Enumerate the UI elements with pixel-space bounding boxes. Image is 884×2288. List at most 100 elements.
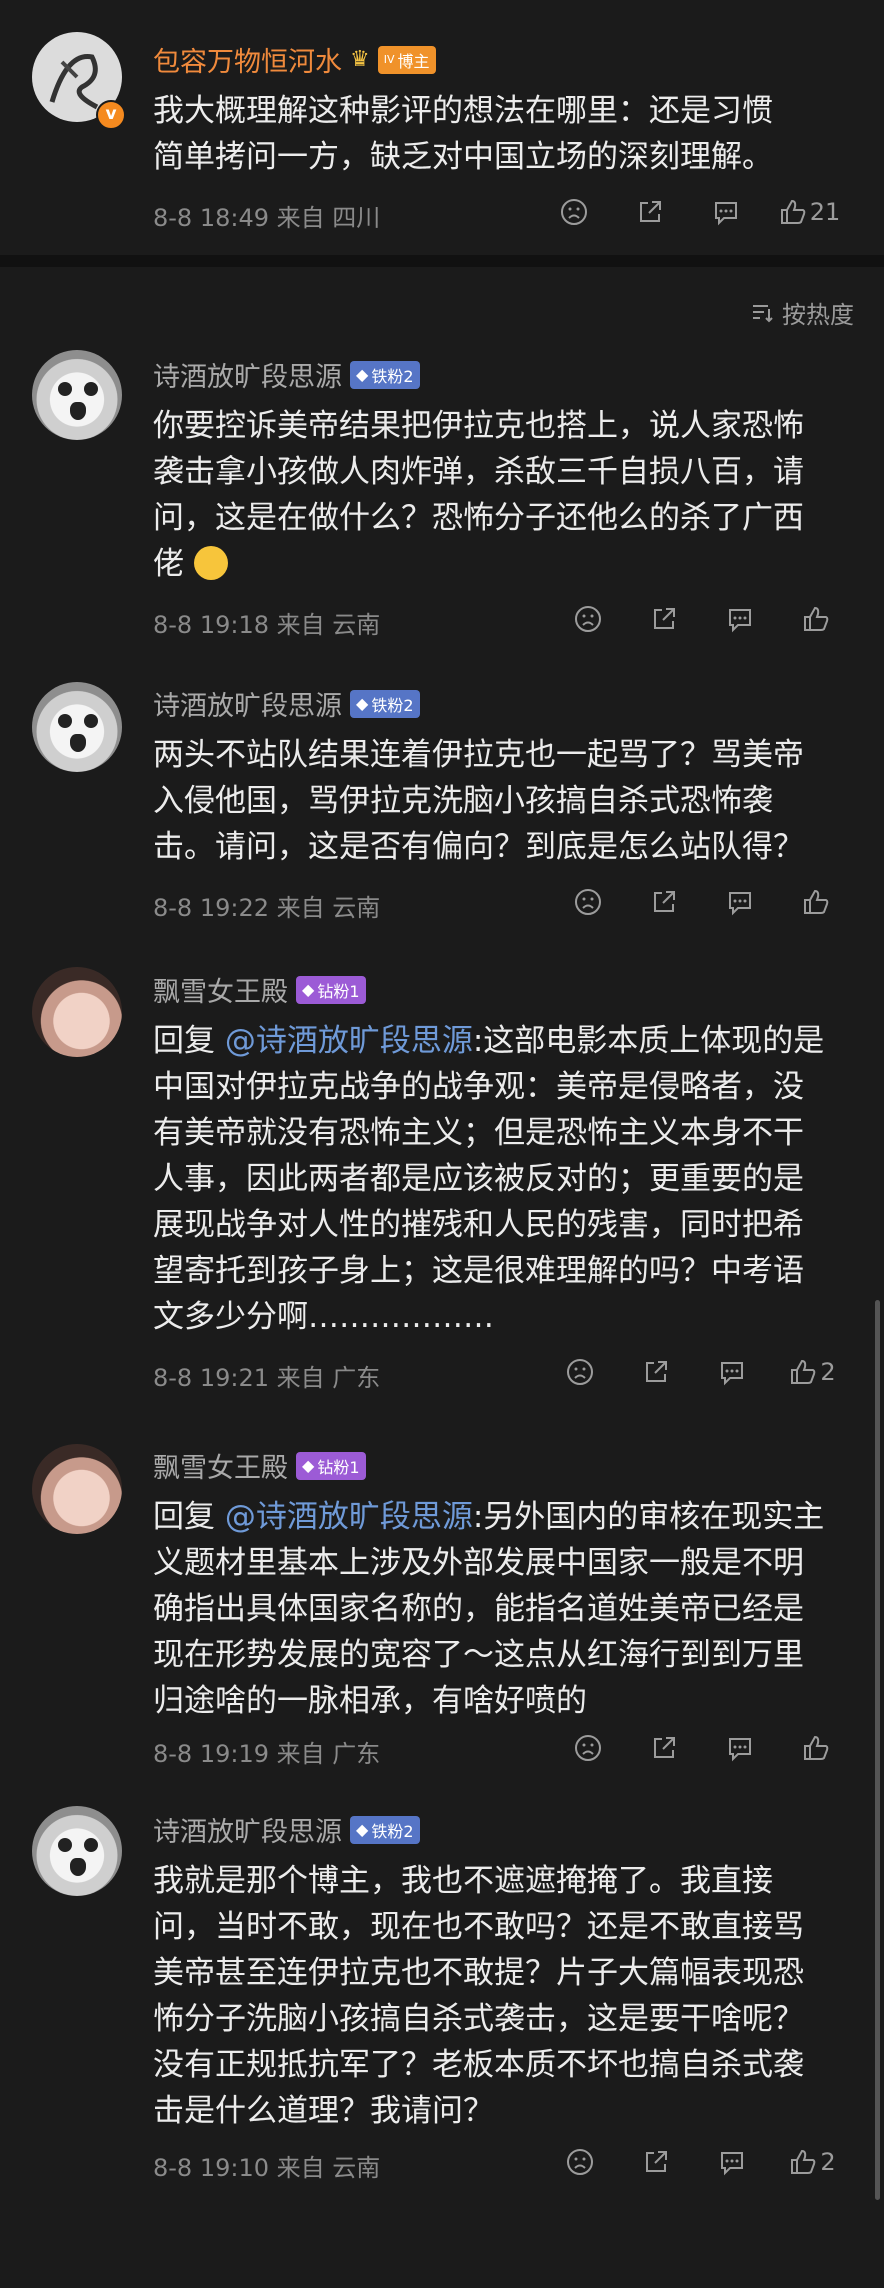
share-button[interactable] <box>618 2142 694 2182</box>
thumbs-up-icon <box>791 2149 816 2174</box>
comment-text: 两头不站队结果连着伊拉克也一起骂了？骂美帝 入侵他国，骂伊拉克洗脑小孩搞自杀式恐… <box>153 737 804 865</box>
like-button[interactable]: 2 <box>770 1352 854 1392</box>
share-button[interactable] <box>626 1728 702 1768</box>
comment-icon <box>729 609 751 633</box>
dislike-button[interactable] <box>550 599 626 639</box>
fan-badge: ◆ 钻粉1 <box>296 975 366 1004</box>
scrollbar[interactable] <box>875 1300 880 2200</box>
comment-text: 你要控诉美帝结果把伊拉克也搭上，说人家恐怖 袭击拿小孩做人肉炸弹，杀敌三千自损八… <box>153 408 804 582</box>
like-button[interactable]: 21 <box>764 192 854 232</box>
thumbs-up-icon <box>780 199 806 224</box>
fan-badge: ◆ 铁粉2 <box>350 1815 420 1844</box>
dislike-button[interactable] <box>542 2142 618 2182</box>
like-button[interactable]: 2 <box>770 2142 854 2182</box>
commenter-name[interactable]: 飘雪女王殿 <box>153 1446 288 1485</box>
comment-meta: 8-8 19:22 来自 云南 <box>153 894 381 922</box>
share-icon <box>640 201 661 222</box>
comment-icon <box>721 1362 743 1386</box>
comment-icon <box>715 202 737 226</box>
frown-icon <box>567 1359 593 1385</box>
comment-button[interactable] <box>694 1352 770 1392</box>
comment-button[interactable] <box>694 2142 770 2182</box>
commenter-avatar[interactable] <box>32 682 122 772</box>
thinking-emoji-icon <box>193 545 228 580</box>
fan-badge: ◆ 铁粉2 <box>350 360 420 389</box>
thumbs-up-icon <box>804 606 829 631</box>
comment-meta: 8-8 19:18 来自 云南 <box>153 611 381 639</box>
diamond-icon: ◆ <box>302 1456 315 1475</box>
comment-item: 诗酒放旷段思源 ◆ 铁粉2 两头不站队结果连着伊拉克也一起骂了？骂美帝 入侵他国，… <box>0 682 884 962</box>
comment-text: 回复 @诗酒放旷段思源:这部电影本质上体现的是 中国对伊拉克战争的战争观：美帝是… <box>153 1023 825 1335</box>
like-button[interactable] <box>778 882 854 922</box>
dislike-button[interactable] <box>550 882 626 922</box>
share-button[interactable] <box>618 1352 694 1392</box>
comment-button[interactable] <box>688 192 764 232</box>
frown-icon <box>567 2149 593 2175</box>
fan-badge: ◆ 钻粉1 <box>296 1451 366 1480</box>
section-divider <box>0 255 884 267</box>
comment-button[interactable] <box>702 1728 778 1768</box>
comment-icon <box>729 892 751 916</box>
post-meta: 8-8 18:49 来自 四川 <box>153 204 381 232</box>
commenter-avatar[interactable] <box>32 350 122 440</box>
like-count: 21 <box>809 198 841 226</box>
commenter-name[interactable]: 诗酒放旷段思源 <box>153 355 342 394</box>
frown-icon <box>575 606 601 632</box>
frown-icon <box>561 199 587 225</box>
post-author-name[interactable]: 包容万物恒河水 <box>153 40 342 79</box>
share-icon <box>654 608 675 629</box>
sort-icon <box>753 304 773 322</box>
commenter-avatar[interactable] <box>32 967 122 1057</box>
original-post: v 包容万物恒河水 ♛ IV 博主 我大概理解这种影评的想法在哪里：还是习惯 简单… <box>0 0 884 255</box>
thumbs-up-icon <box>804 889 829 914</box>
diamond-icon: ◆ <box>356 365 369 384</box>
diamond-icon: ◆ <box>356 1820 369 1839</box>
commenter-avatar[interactable] <box>32 1444 122 1534</box>
comment-meta: 8-8 19:21 来自 广东 <box>153 1364 381 1392</box>
diamond-icon: ◆ <box>302 980 315 999</box>
comment-item: 飘雪女王殿 ◆ 钻粉1 回复 @诗酒放旷段思源:另外国内的审核在现实主 义题材里基… <box>0 1444 884 1806</box>
like-count: 2 <box>820 1358 836 1386</box>
dislike-button[interactable] <box>542 1352 618 1392</box>
commenter-name[interactable]: 诗酒放旷段思源 <box>153 1810 342 1849</box>
comment-icon <box>729 1738 751 1762</box>
dislike-button[interactable] <box>536 192 612 232</box>
crown-icon: ♛ <box>350 47 370 72</box>
commenter-avatar[interactable] <box>32 1806 122 1896</box>
mention-link[interactable]: @诗酒放旷段思源 <box>225 1023 473 1059</box>
comment-button[interactable] <box>702 599 778 639</box>
sort-by-hot-button[interactable]: 按热度 <box>750 295 854 330</box>
fan-badge: ◆ 铁粉2 <box>350 689 420 718</box>
like-button[interactable] <box>778 1728 854 1768</box>
comment-icon <box>721 2152 743 2176</box>
comment-item: 诗酒放旷段思源 ◆ 铁粉2 你要控诉美帝结果把伊拉克也搭上，说人家恐怖 袭击拿小孩… <box>0 337 884 682</box>
comment-item: 诗酒放旷段思源 ◆ 铁粉2 我就是那个博主，我也不遮遮掩掩了。我直接 问，当时不敢… <box>0 1806 884 2182</box>
frown-icon <box>575 1735 601 1761</box>
verified-icon: v <box>96 100 126 130</box>
comment-button[interactable] <box>702 882 778 922</box>
comment-item: 飘雪女王殿 ◆ 钻粉1 回复 @诗酒放旷段思源:这部电影本质上体现的是 中国对伊拉… <box>0 962 884 1444</box>
mention-link[interactable]: @诗酒放旷段思源 <box>225 1499 473 1535</box>
diamond-icon: ◆ <box>356 694 369 713</box>
share-button[interactable] <box>612 192 688 232</box>
share-button[interactable] <box>626 882 702 922</box>
dislike-button[interactable] <box>550 1728 626 1768</box>
comment-text: 回复 @诗酒放旷段思源:另外国内的审核在现实主 义题材里基本上涉及外部发展中国家… <box>153 1499 825 1719</box>
share-icon <box>654 1737 675 1758</box>
post-text: 我大概理解这种影评的想法在哪里：还是习惯 简单拷问一方，缺乏对中国立场的深刻理解… <box>153 93 773 175</box>
thumbs-up-icon <box>804 1735 829 1760</box>
thumbs-up-icon <box>791 1359 816 1384</box>
commenter-name[interactable]: 飘雪女王殿 <box>153 970 288 1009</box>
like-count: 2 <box>820 2148 836 2176</box>
comment-text: 我就是那个博主，我也不遮遮掩掩了。我直接 问，当时不敢，现在也不敢吗？还是不敢直… <box>153 1863 804 2129</box>
sort-label: 按热度 <box>782 301 854 329</box>
like-button[interactable] <box>778 599 854 639</box>
comment-meta: 8-8 19:10 来自 云南 <box>153 2154 381 2182</box>
commenter-name[interactable]: 诗酒放旷段思源 <box>153 684 342 723</box>
share-icon <box>646 1361 667 1382</box>
blogger-badge: IV 博主 <box>377 45 436 74</box>
share-button[interactable] <box>626 599 702 639</box>
share-icon <box>654 891 675 912</box>
comment-meta: 8-8 19:19 来自 广东 <box>153 1740 381 1768</box>
share-icon <box>646 2151 667 2172</box>
